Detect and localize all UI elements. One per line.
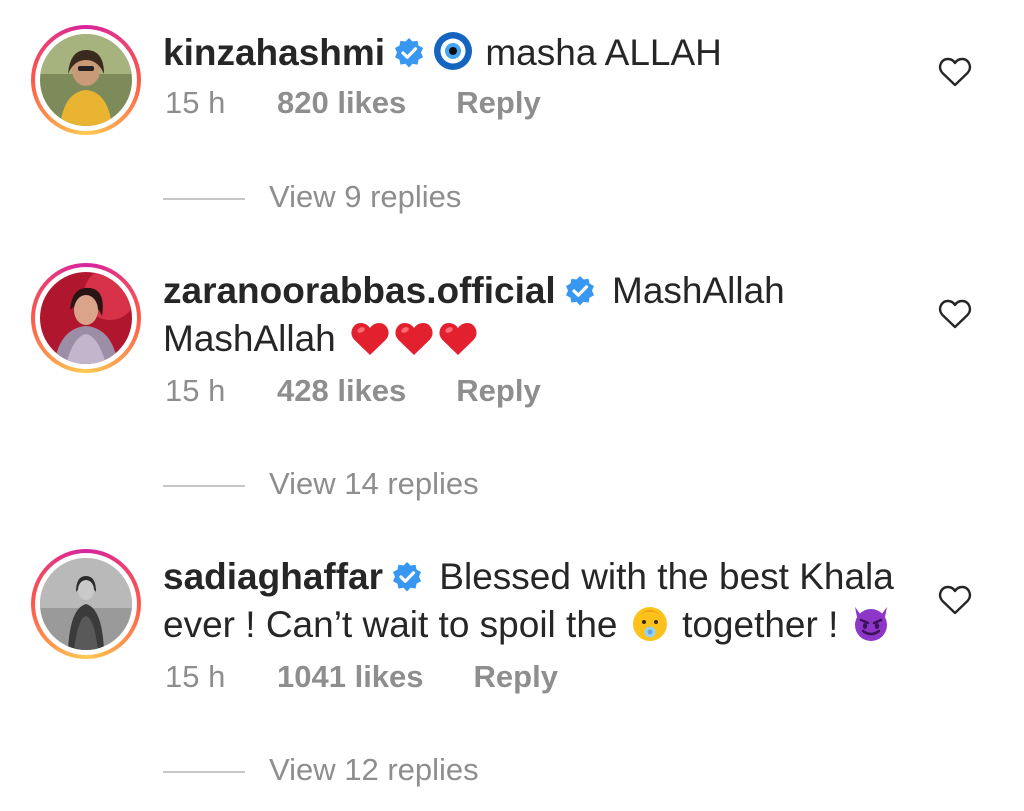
timestamp: 15 h: [165, 85, 226, 120]
like-heart-icon[interactable]: [938, 299, 972, 329]
avatar[interactable]: [40, 34, 132, 126]
red-heart-icon: [394, 321, 434, 367]
view-replies-label: View 14 replies: [269, 466, 479, 501]
timestamp: 15 h: [165, 659, 226, 694]
comment-text: kinzahashmi masha ALLAH: [163, 31, 903, 81]
avatar-story-ring[interactable]: [31, 549, 141, 659]
comment-meta: 15 h 428 likes Reply: [165, 373, 541, 409]
reply-button[interactable]: Reply: [456, 85, 540, 121]
comment-text: sadiaghaffar Blessed with the best Khala…: [163, 555, 903, 653]
nazar-amulet-icon: [433, 31, 473, 81]
avatar-gap: [35, 29, 137, 131]
comment-meta: 15 h 820 likes Reply: [165, 85, 541, 121]
likes-count[interactable]: 1041 likes: [277, 659, 424, 695]
avatar-gap: [35, 267, 137, 369]
avatar[interactable]: [40, 272, 132, 364]
like-heart-icon[interactable]: [938, 585, 972, 615]
divider: [163, 197, 245, 200]
username[interactable]: sadiaghaffar: [163, 556, 383, 597]
verified-badge-icon: [393, 35, 425, 79]
like-heart-icon[interactable]: [938, 57, 972, 87]
comment-body: masha ALLAH: [485, 32, 722, 73]
view-replies-label: View 9 replies: [269, 179, 462, 214]
avatar-gap: [35, 553, 137, 655]
reply-button[interactable]: Reply: [474, 659, 558, 695]
likes-count[interactable]: 428 likes: [277, 373, 406, 409]
verified-badge-icon: [564, 273, 596, 317]
reply-button[interactable]: Reply: [456, 373, 540, 409]
view-replies-button[interactable]: View 12 replies: [163, 752, 479, 788]
timestamp: 15 h: [165, 373, 226, 408]
view-replies-button[interactable]: View 14 replies: [163, 466, 479, 502]
comment-body-part2: together !: [682, 604, 839, 645]
red-heart-icon: [350, 321, 390, 367]
username[interactable]: zaranoorabbas.official: [163, 270, 556, 311]
comment-meta: 15 h 1041 likes Reply: [165, 659, 558, 695]
verified-badge-icon: [391, 559, 423, 603]
view-replies-button[interactable]: View 9 replies: [163, 179, 461, 215]
avatar-story-ring[interactable]: [31, 263, 141, 373]
username[interactable]: kinzahashmi: [163, 32, 385, 73]
red-heart-icon: [438, 321, 478, 367]
comment-text: zaranoorabbas.official MashAllah MashAll…: [163, 269, 903, 367]
divider: [163, 484, 245, 487]
smiling-devil-icon: [851, 603, 891, 653]
likes-count[interactable]: 820 likes: [277, 85, 406, 121]
avatar[interactable]: [40, 558, 132, 650]
divider: [163, 770, 245, 773]
baby-icon: [630, 603, 670, 653]
avatar-story-ring[interactable]: [31, 25, 141, 135]
view-replies-label: View 12 replies: [269, 752, 479, 787]
